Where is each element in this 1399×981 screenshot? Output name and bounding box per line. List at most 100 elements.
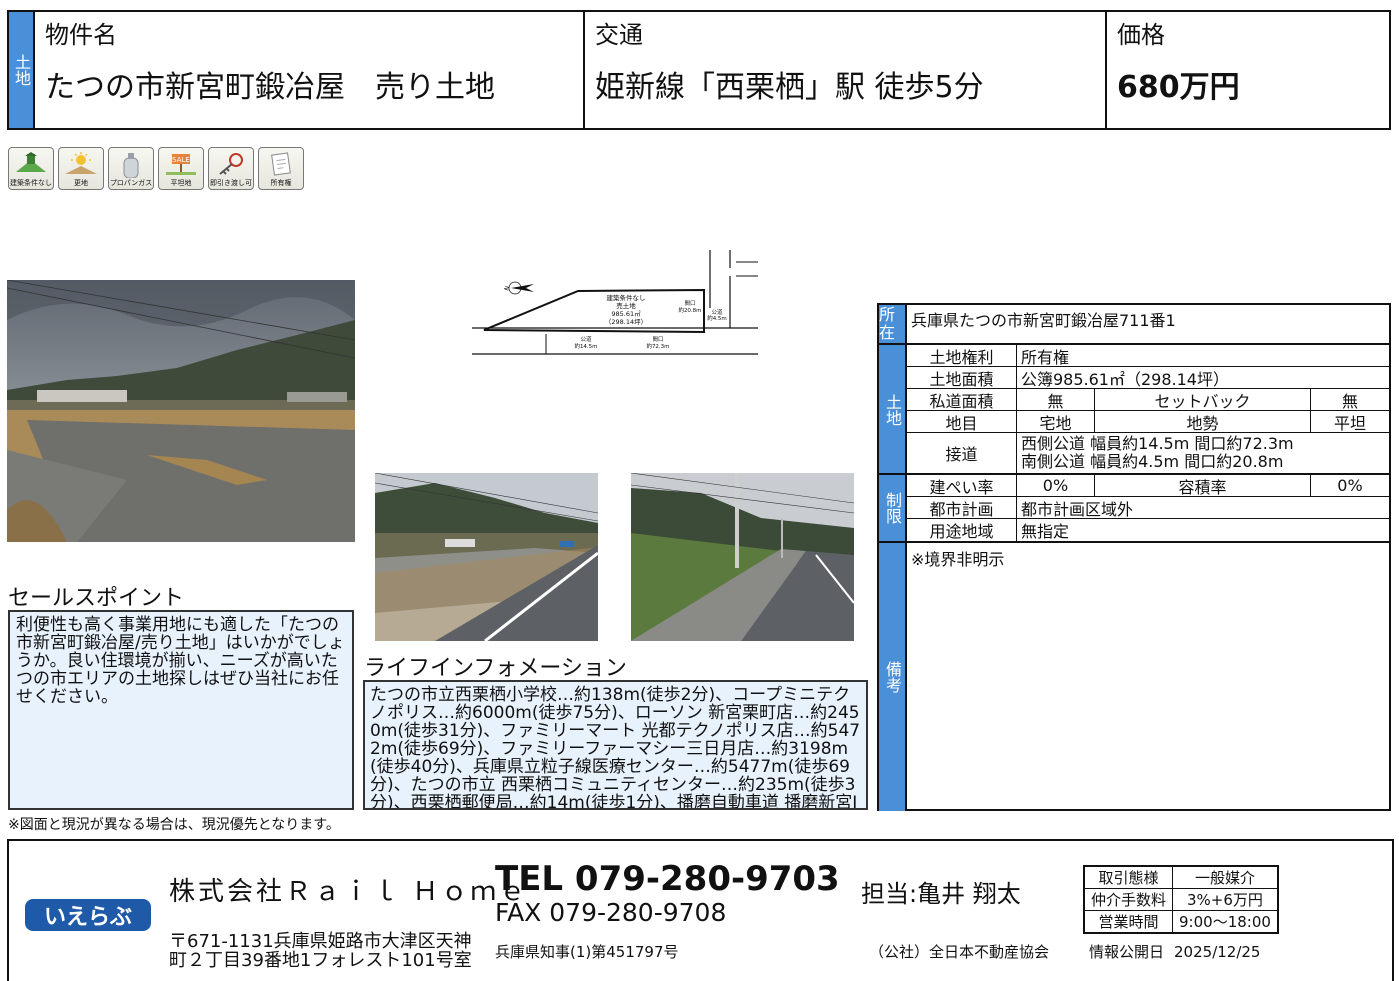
price-label: 価格 [1117,21,1165,49]
setback-label: セットバック [1095,389,1311,410]
badge-label: 平坦地 [170,179,192,187]
badge-vacant-land: 更地 [58,147,104,190]
document-icon [271,152,291,176]
property-name-label: 物件名 [45,21,117,49]
private-road-row: 私道面積 無 セットバック 無 [907,389,1389,411]
badge-label: 即引き渡し可 [210,179,252,187]
badge-no-build-condition: 建築条件なし [8,147,54,190]
road-row: 接道 西側公道 幅員約14.5m 間口約72.3m 南側公道 幅員約4.5m 間… [907,433,1389,473]
lot-text-3: 985.61㎡ [611,309,641,318]
road-right-value: 約4.5m [707,314,727,322]
location-section-label: 所在 [879,305,907,343]
flat-land-sign-icon: SALE [166,154,196,175]
bcr-value: 0% [1017,475,1095,496]
land-icon [16,152,46,172]
frontage-top-label: 間口 [684,300,695,307]
address-line-2: 町２丁目39番地1フォレスト101号室 [169,950,472,971]
road-line-south: 南側公道 幅員約4.5m 間口約20.8m [1021,452,1284,471]
zoning-row: 用途地域 無指定 [907,519,1389,541]
company-address: 〒671-1131兵庫県姫路市大津区天神 町２丁目39番地1フォレスト101号室 [169,932,472,970]
fee-value: 3%+6万円 [1172,888,1279,911]
area-label: 土地面積 [907,367,1017,388]
terrain-value: 平坦 [1333,413,1366,433]
price-value: 680万円 [1117,70,1240,105]
private-road-label: 私道面積 [907,389,1017,410]
fee-label: 仲介手数料 [1083,888,1174,911]
badge-ownership: 所有権 [258,147,304,190]
land-section-label: 土地 [879,345,907,475]
road-value: 西側公道 幅員約14.5m 間口約72.3m 南側公道 幅員約4.5m 間口約2… [1017,433,1389,473]
sales-point-text: 利便性も高く事業用地にも適した「たつの市新宮町鍛冶屋/売り土地」はいかがでしょう… [8,610,354,810]
remarks-row: ※境界非明示 [907,543,1389,811]
far-value: 0% [1337,476,1363,495]
rights-label: 土地権利 [907,345,1017,366]
badge-flat-land: SALE 平坦地 [158,147,204,190]
lot-text-2: 売土地 [616,301,636,310]
road-line-west: 西側公道 幅員約14.5m 間口約72.3m [1021,434,1294,453]
price-cell: 価格 680万円 [1107,12,1389,128]
badge-label: プロパンガス [109,179,153,187]
tel-number[interactable]: TEL 079-280-9703 [495,859,840,899]
zoning-label: 用途地域 [907,519,1017,541]
badge-immediate-handover: 即引き渡し可 [208,147,254,190]
publish-info: 情報公開日 2025/12/25 [1089,943,1260,961]
zoning-value: 無指定 [1021,522,1070,541]
badge-propane-gas: プロパンガス [108,147,154,190]
site-photo-main [7,280,355,542]
company-name: 株式会社Ｒａｉｌ Ｈｏｍｅ [169,877,529,907]
lot-text-1: 建築条件なし [607,293,646,302]
rights-value: 所有権 [1021,347,1070,367]
lot-text-4: （298.14坪） [605,318,647,326]
bcr-label: 建ぺい率 [907,475,1017,496]
property-name: たつの市新宮町鍛冶屋 売り土地 [45,70,495,105]
land-section-text: 土地 [883,394,902,426]
remarks-section-text: 備考 [883,661,902,693]
remarks-value: ※境界非明示 [911,550,1005,569]
road-right-label: 公道 [711,308,723,316]
terrain-label: 地勢 [1095,411,1311,432]
publish-date: 2025/12/25 [1174,943,1261,961]
license-number: 兵庫県知事(1)第451797号 [495,943,679,961]
setback-value: 無 [1341,391,1358,411]
property-name-cell: 物件名 たつの市新宮町鍛冶屋 売り土地 [35,12,585,128]
city-plan-value: 都市計画区域外 [1021,499,1134,519]
road-bottom-label: 公道 [580,335,592,343]
logo-text: いえらぶ [44,905,132,930]
vacant-land-icon [65,152,97,174]
footnote: ※図面と現況が異なる場合は、現況優先となります。 [8,817,340,833]
rights-row: 土地権利 所有権 [907,345,1389,367]
sales-point-title: セールスポイント [8,586,185,611]
deal-terms-table: 取引態様 一般媒介 仲介手数料 3%+6万円 営業時間 9:00〜18:00 [1083,865,1279,934]
frontage-top-value: 約20.8m [678,306,701,314]
agency-footer: いえらぶ 株式会社Ｒａｉｌ Ｈｏｍｅ 〒671-1131兵庫県姫路市大津区天神 … [7,839,1394,981]
badge-label: 更地 [74,179,88,187]
key-icon [219,153,243,175]
restrict-section-label: 制限 [879,475,907,541]
property-header: 土地 物件名 たつの市新宮町鍛冶屋 売り土地 交通 姫新線「西栗栖」駅 徒歩5分… [7,10,1391,130]
private-road-value: 無 [1017,389,1095,410]
fee-row: 仲介手数料 3%+6万円 [1083,888,1279,911]
city-plan-label: 都市計画 [907,497,1017,518]
deal-type-row: 取引態様 一般媒介 [1083,865,1279,889]
restrict-section-text: 制限 [883,492,902,524]
association-name: （公社）全日本不動産協会 [869,943,1050,961]
site-photo-road-1 [375,473,598,641]
badge-label: 所有権 [270,179,292,187]
svg-text:SALE: SALE [172,156,190,164]
access-cell: 交通 姫新線「西栗栖」駅 徒歩5分 [585,12,1107,128]
hours-value: 9:00〜18:00 [1172,910,1279,934]
category-value: 宅地 [1017,411,1095,432]
road-bottom-value: 約14.5m [574,342,597,350]
city-plan-row: 都市計画 都市計画区域外 [907,497,1389,519]
bcr-row: 建ぺい率 0% 容積率 0% [907,475,1389,497]
far-label: 容積率 [1095,475,1311,496]
category-row: 地目 宅地 地勢 平坦 [907,411,1389,433]
access-label: 交通 [595,21,643,49]
life-info-title: ライフインフォメーション [364,656,627,681]
location-value: 兵庫県たつの市新宮町鍛冶屋711番1 [911,311,1176,330]
area-value: 公簿985.61㎡（298.14坪） [1021,369,1229,389]
staff-name: 担当:亀井 翔太 [861,880,1021,908]
location-row: 兵庫県たつの市新宮町鍛冶屋711番1 [907,305,1389,343]
hours-row: 営業時間 9:00〜18:00 [1083,910,1279,934]
frontage-bottom-value: 約72.3m [646,342,669,350]
